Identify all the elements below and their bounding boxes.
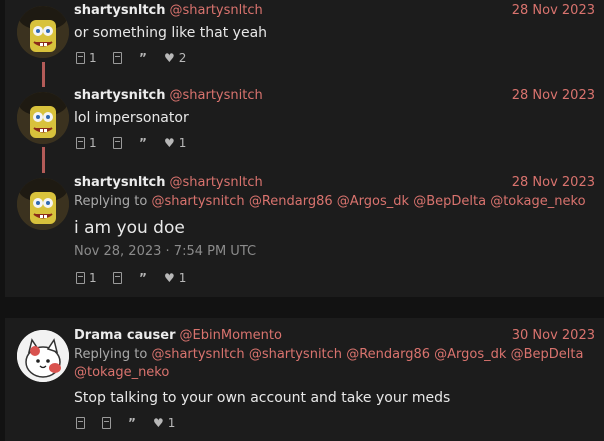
username[interactable]: @shartysnltch: [170, 3, 263, 18]
mention-link[interactable]: @shartysnltch: [151, 347, 244, 362]
tweet-text: Stop talking to your own account and tak…: [74, 390, 451, 406]
reply-icon: [76, 417, 85, 429]
username[interactable]: @EbinMomento: [180, 328, 282, 343]
tweet-header: Drama causer @EbinMomento 30 Nov 2023: [74, 326, 595, 346]
tweet-header: shartysnitch @shartysnitch 28 Nov 2023: [74, 86, 595, 106]
tweet-content: shartysnltch @shartysnltch 28 Nov 2023 or…: [74, 1, 595, 68]
retweet-stat[interactable]: [113, 133, 122, 153]
like-count: 1: [167, 416, 176, 430]
quote-icon: ”: [139, 271, 147, 285]
reply-icon: [76, 52, 85, 64]
tweet-timestamp[interactable]: Nov 28, 2023 · 7:54 PM UTC: [74, 242, 595, 262]
thread-line: [42, 62, 45, 87]
mention-link[interactable]: @Rendarg86: [249, 194, 333, 209]
retweet-stat[interactable]: [102, 413, 111, 433]
mention-link[interactable]: @BepDelta: [413, 194, 486, 209]
reply-stat[interactable]: [76, 413, 85, 433]
reply-stat[interactable]: 1: [76, 268, 97, 288]
avatar-image: [17, 92, 69, 144]
heart-icon: ♥: [153, 416, 164, 430]
reply-count: 1: [89, 51, 97, 65]
display-name[interactable]: shartysnitch: [74, 88, 166, 103]
avatar[interactable]: [17, 6, 69, 58]
heart-icon: ♥: [164, 271, 175, 285]
like-count: 1: [178, 136, 187, 150]
quote-icon: ”: [139, 136, 147, 150]
retweet-icon: [102, 417, 111, 429]
thread-panel: shartysnltch @shartysnltch 28 Nov 2023 or…: [5, 0, 604, 297]
avatar-image: [17, 178, 69, 230]
reply-count: 1: [89, 136, 97, 150]
tweet-stats: 1 ” ♥ 2: [74, 48, 595, 68]
tweet-text: lol impersonator: [74, 110, 189, 126]
mention-link[interactable]: @shartysnitch: [151, 194, 244, 209]
avatar[interactable]: [17, 92, 69, 144]
retweet-icon: [113, 272, 122, 284]
like-stat[interactable]: ♥ 2: [164, 48, 186, 68]
display-name[interactable]: Drama causer: [74, 328, 176, 343]
tweet-date[interactable]: 28 Nov 2023: [512, 86, 595, 106]
like-stat[interactable]: ♥ 1: [164, 133, 186, 153]
quote-stat[interactable]: ”: [139, 48, 147, 68]
mention-link[interactable]: @tokage_neko: [490, 194, 585, 209]
retweet-stat[interactable]: [113, 268, 122, 288]
like-stat[interactable]: ♥ 1: [164, 268, 186, 288]
tweet-date[interactable]: 28 Nov 2023: [512, 173, 595, 193]
mention-link[interactable]: @Rendarg86: [346, 347, 430, 362]
mention-link[interactable]: @Argos_dk: [337, 194, 409, 209]
thread-line: [42, 147, 45, 173]
avatar-image: [17, 6, 69, 58]
avatar[interactable]: [17, 178, 69, 230]
retweet-icon: [113, 137, 122, 149]
quote-icon: ”: [139, 51, 147, 65]
mention-link[interactable]: @shartysnitch: [249, 347, 342, 362]
avatar[interactable]: [17, 330, 69, 382]
tweet-content: Drama causer @EbinMomento 30 Nov 2023 Rep…: [74, 326, 595, 433]
replying-to: Replying to @shartysnltch @shartysnitch …: [74, 346, 595, 382]
display-name[interactable]: shartysnltch: [74, 3, 166, 18]
reply-panel: Drama causer @EbinMomento 30 Nov 2023 Rep…: [5, 318, 604, 441]
replying-to: Replying to @shartysnitch @Rendarg86 @Ar…: [74, 193, 595, 211]
heart-icon: ♥: [164, 51, 175, 65]
quote-stat[interactable]: ”: [139, 133, 147, 153]
heart-icon: ♥: [164, 136, 175, 150]
tweet-date[interactable]: 30 Nov 2023: [512, 326, 595, 346]
reply-count: 1: [89, 271, 97, 285]
avatar-image: [17, 330, 69, 382]
tweet-content: shartysnltch @shartysnltch 28 Nov 2023 Re…: [74, 173, 595, 288]
mention-link[interactable]: @Argos_dk: [434, 347, 506, 362]
tweet-content: shartysnitch @shartysnitch 28 Nov 2023 lo…: [74, 86, 595, 153]
retweet-icon: [113, 52, 122, 64]
tweet-date[interactable]: 28 Nov 2023: [512, 1, 595, 21]
like-stat[interactable]: ♥ 1: [153, 413, 175, 433]
reply-icon: [76, 137, 85, 149]
mention-link[interactable]: @BepDelta: [511, 347, 584, 362]
tweet-text: or something like that yeah: [74, 25, 268, 41]
tweet-header: shartysnltch @shartysnltch 28 Nov 2023: [74, 173, 595, 193]
username[interactable]: @shartysnitch: [170, 88, 263, 103]
replying-label: Replying to: [74, 347, 148, 362]
tweet-stats: 1 ” ♥ 1: [74, 268, 595, 288]
like-count: 1: [178, 271, 187, 285]
username[interactable]: @shartysnltch: [170, 175, 263, 190]
replying-label: Replying to: [74, 194, 148, 209]
tweet-stats: 1 ” ♥ 1: [74, 133, 595, 153]
retweet-stat[interactable]: [113, 48, 122, 68]
reply-stat[interactable]: 1: [76, 133, 97, 153]
tweet-header: shartysnltch @shartysnltch 28 Nov 2023: [74, 1, 595, 21]
display-name[interactable]: shartysnltch: [74, 175, 166, 190]
mention-link[interactable]: @tokage_neko: [74, 365, 169, 380]
like-count: 2: [178, 51, 187, 65]
tweet-text: i am you doe: [74, 218, 185, 238]
quote-stat[interactable]: ”: [128, 413, 136, 433]
quote-stat[interactable]: ”: [139, 268, 147, 288]
reply-stat[interactable]: 1: [76, 48, 97, 68]
tweet-stats: ” ♥ 1: [74, 413, 595, 433]
reply-icon: [76, 272, 85, 284]
quote-icon: ”: [128, 416, 136, 430]
